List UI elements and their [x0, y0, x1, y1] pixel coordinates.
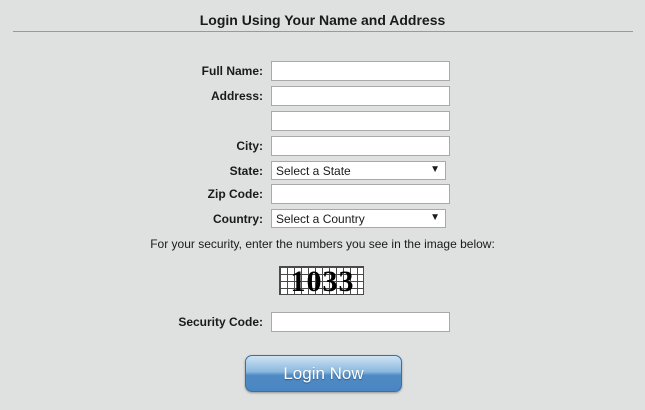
state-select[interactable]: Select a State ▼ [271, 161, 446, 180]
security-note: For your security, enter the numbers you… [150, 237, 495, 251]
city-field[interactable] [271, 136, 450, 156]
login-now-button[interactable]: Login Now [245, 355, 402, 392]
state-row: State: Select a State ▼ [0, 161, 645, 181]
security-code-row: Security Code: [0, 312, 645, 332]
dropdown-arrow-icon: ▼ [430, 212, 440, 223]
country-select[interactable]: Select a Country ▼ [271, 209, 446, 228]
security-code-label: Security Code: [178, 315, 263, 329]
captcha-text: 1033 [290, 266, 355, 295]
state-select-value: Select a State [276, 164, 351, 178]
full-name-row: Full Name: [0, 61, 645, 81]
security-code-field[interactable] [271, 312, 450, 332]
country-select-value: Select a Country [276, 212, 365, 226]
address-label: Address: [210, 89, 263, 103]
page-title: Login Using Your Name and Address [199, 12, 446, 28]
state-label: State: [229, 164, 263, 178]
title-divider [13, 31, 633, 32]
country-row: Country: Select a Country ▼ [0, 209, 645, 229]
zip-row: Zip Code: [0, 184, 645, 204]
full-name-label: Full Name: [201, 64, 263, 78]
city-label: City: [236, 139, 263, 153]
address-field-line2[interactable] [271, 111, 450, 131]
dropdown-arrow-icon: ▼ [430, 164, 440, 175]
city-row: City: [0, 136, 645, 156]
captcha-image: 1033 [279, 266, 364, 295]
address-row: Address: [0, 86, 645, 106]
address-field-line1[interactable] [271, 86, 450, 106]
full-name-field[interactable] [271, 61, 450, 81]
zip-code-field[interactable] [271, 184, 450, 204]
address-line2-row [0, 111, 645, 131]
zip-code-label: Zip Code: [207, 187, 263, 201]
country-label: Country: [213, 212, 263, 226]
